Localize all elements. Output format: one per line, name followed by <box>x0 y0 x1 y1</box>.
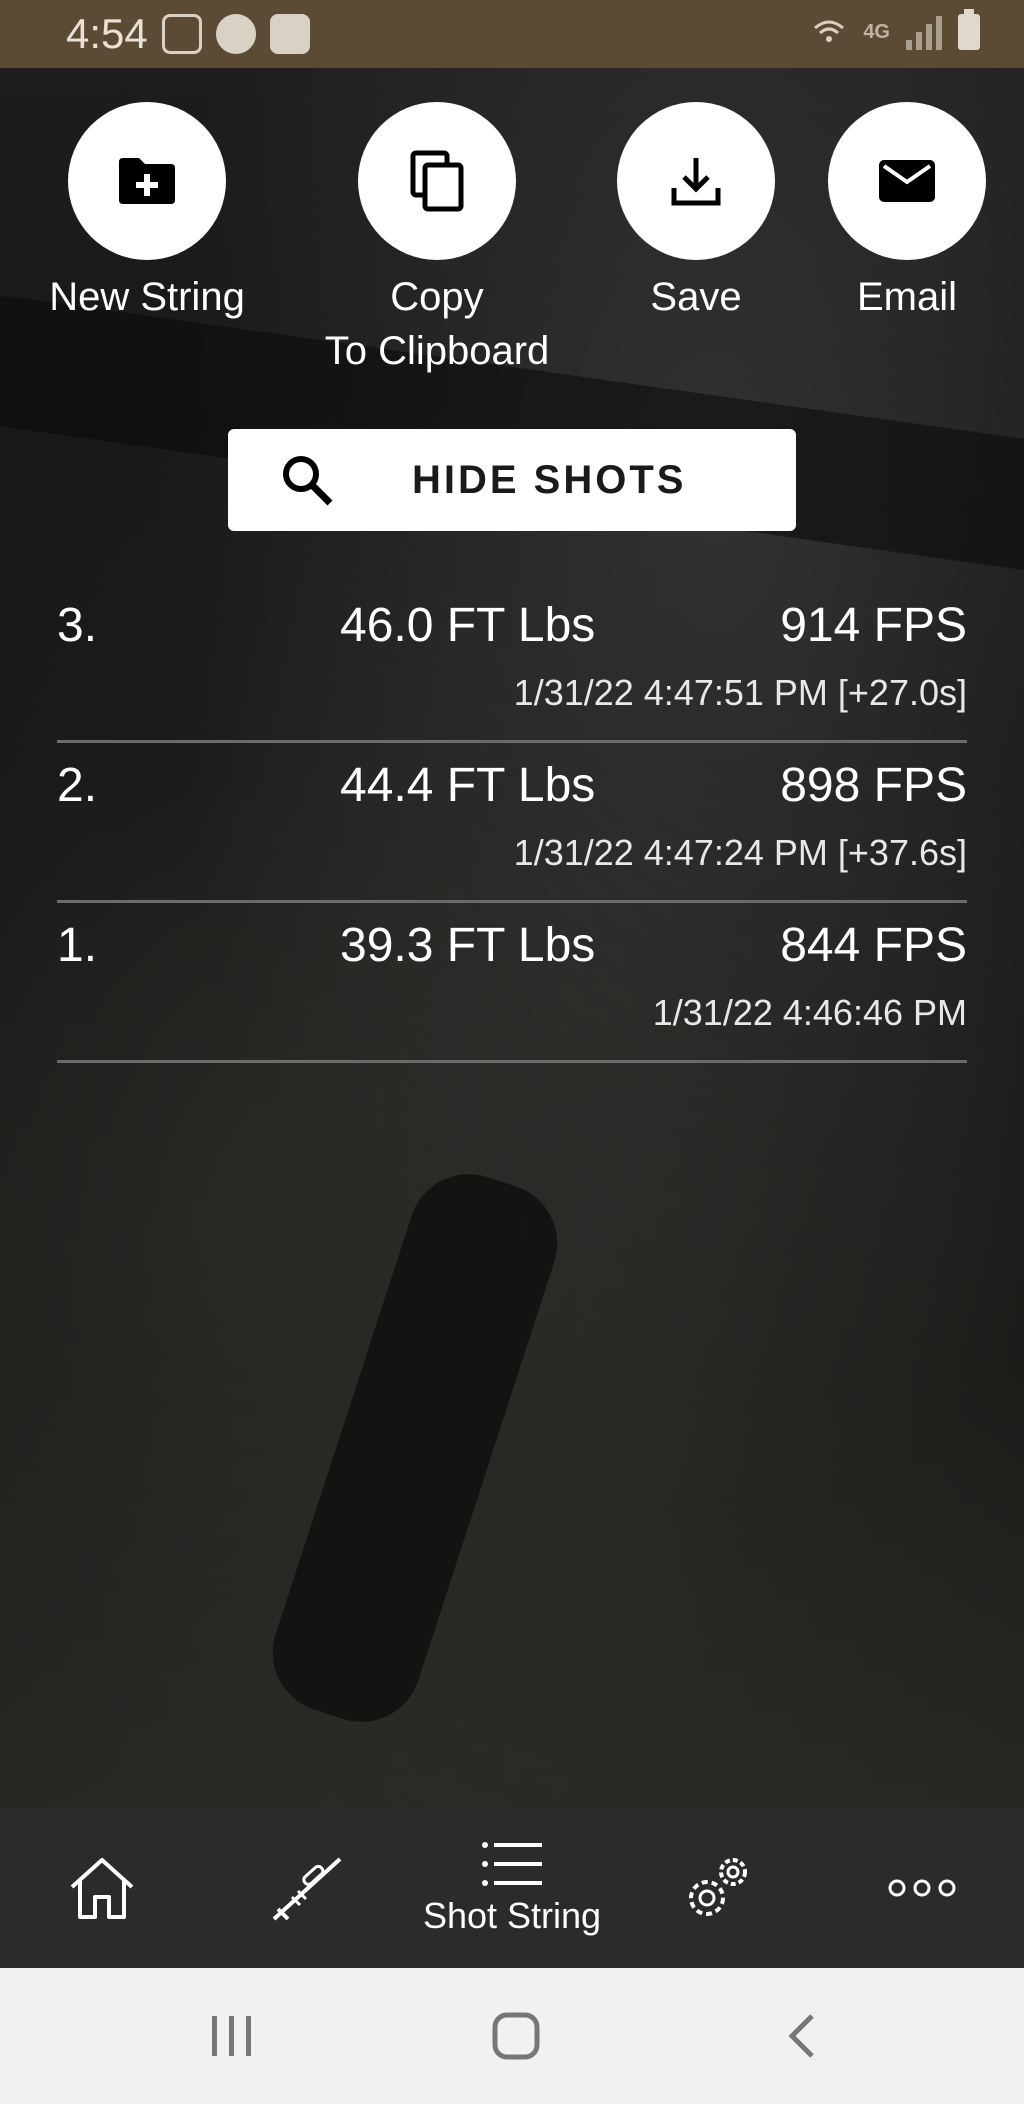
shot-number: 2. <box>57 759 98 812</box>
shot-row[interactable]: 2. 44.4 FT Lbs 898 FPS 1/31/22 4:47:24 P… <box>57 740 967 903</box>
copy-label-line1: Copy <box>390 275 484 319</box>
system-nav-bar <box>0 1968 1024 2104</box>
new-string-button[interactable]: New String <box>47 102 247 324</box>
nav-shot-string[interactable]: Shot String <box>410 1808 615 1968</box>
new-string-label: New String <box>49 275 245 319</box>
copy-label-line2: To Clipboard <box>324 329 550 373</box>
list-icon <box>481 1842 542 1886</box>
save-circle[interactable] <box>617 102 775 260</box>
shot-timestamp: 1/31/22 4:46:46 PM <box>652 992 967 1033</box>
search-icon <box>283 456 333 506</box>
shot-number: 1. <box>57 919 98 972</box>
shot-energy: 44.4 FT Lbs <box>340 759 596 812</box>
system-icons: 4G <box>811 9 980 50</box>
copy-to-clipboard-button[interactable]: Copy To Clipboard <box>297 102 577 378</box>
new-string-circle[interactable] <box>68 102 226 260</box>
background-bipod <box>257 1158 573 1738</box>
play-notification-icon <box>216 14 256 54</box>
shot-timestamp: 1/31/22 4:47:24 PM [+37.6s] <box>513 832 967 873</box>
gears-icon <box>688 1858 747 1916</box>
app-notification-icon <box>270 14 310 54</box>
save-label: Save <box>650 275 742 319</box>
network-type: 4G <box>863 20 890 43</box>
download-icon <box>671 158 721 206</box>
nav-more[interactable] <box>819 1808 1024 1968</box>
nav-home[interactable] <box>0 1808 205 1968</box>
shot-energy: 46.0 FT Lbs <box>340 599 596 652</box>
mail-icon <box>879 160 935 202</box>
status-bar: 4:54 4G <box>0 0 1024 68</box>
email-circle[interactable] <box>828 102 986 260</box>
apps-notification-icon <box>162 14 202 54</box>
email-label: Email <box>856 275 958 319</box>
bottom-nav: Shot String <box>0 1808 1024 1968</box>
notification-icons <box>162 14 310 54</box>
nav-settings[interactable] <box>614 1808 819 1968</box>
hide-shots-button[interactable]: HIDE SHOTS <box>228 429 796 531</box>
shot-velocity: 898 FPS <box>780 759 967 812</box>
shot-velocity: 844 FPS <box>780 919 967 972</box>
shot-row[interactable]: 1. 39.3 FT Lbs 844 FPS 1/31/22 4:46:46 P… <box>57 900 967 1063</box>
copy-circle[interactable] <box>358 102 516 260</box>
main-content: New String Copy To Clipboard Save Email … <box>0 68 1024 1808</box>
recents-icon[interactable] <box>210 2014 254 2058</box>
nav-shot-string-label: Shot String <box>422 1895 602 1936</box>
wifi-icon <box>814 20 845 42</box>
shot-velocity: 914 FPS <box>780 599 967 652</box>
shot-number: 3. <box>57 599 98 652</box>
shot-energy: 39.3 FT Lbs <box>340 919 596 972</box>
email-button[interactable]: Email <box>807 102 1007 324</box>
home-button-icon[interactable] <box>492 2012 540 2060</box>
more-icon <box>888 1879 956 1897</box>
save-button[interactable]: Save <box>596 102 796 324</box>
back-icon[interactable] <box>786 2012 818 2060</box>
status-time: 4:54 <box>66 10 148 57</box>
folder-plus-icon <box>119 158 175 204</box>
home-icon <box>71 1858 134 1919</box>
copy-icon <box>410 150 464 212</box>
nav-rifle[interactable] <box>205 1808 410 1968</box>
rifle-icon <box>272 1857 342 1921</box>
hide-shots-label: HIDE SHOTS <box>412 457 687 502</box>
shot-row[interactable]: 3. 46.0 FT Lbs 914 FPS 1/31/22 4:47:51 P… <box>57 580 967 743</box>
copy-label: Copy To Clipboard <box>297 270 577 378</box>
signal-icon <box>906 14 942 50</box>
battery-icon <box>958 9 980 50</box>
shot-timestamp: 1/31/22 4:47:51 PM [+27.0s] <box>513 672 967 713</box>
